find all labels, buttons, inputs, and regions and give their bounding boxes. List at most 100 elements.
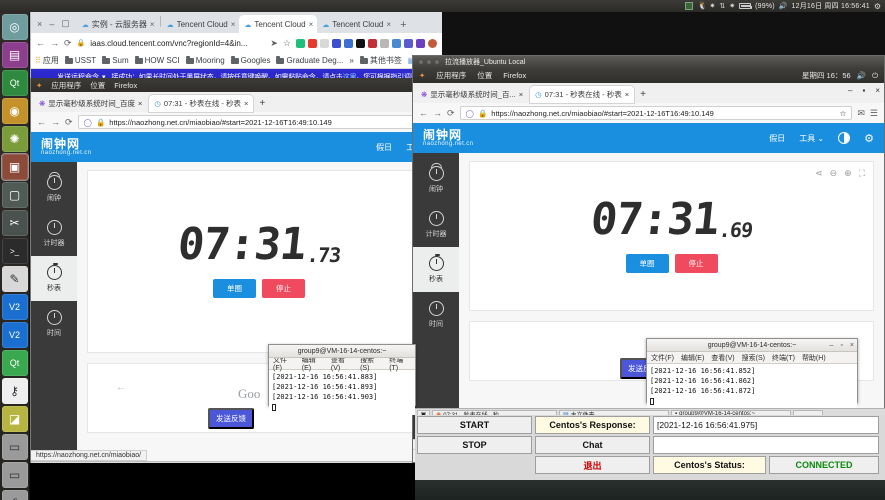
linux-tray-icon[interactable]: 🐧 — [697, 2, 707, 10]
bookmark-sum[interactable]: Sum — [102, 55, 129, 65]
sidebar-item-timer[interactable]: 计时器 — [413, 202, 459, 247]
close-icon[interactable]: × — [309, 20, 314, 29]
gear-icon[interactable]: ⚙ — [864, 132, 874, 145]
hamburger-menu-icon[interactable]: ☰ — [870, 108, 878, 119]
new-tab-button[interactable]: + — [395, 19, 411, 33]
address-bar[interactable]: iaas.cloud.tencent.com/vnc?regionId=4&in… — [90, 39, 265, 48]
dock-item-toolbox[interactable]: ▣ — [0, 153, 29, 181]
power-icon[interactable]: ⏻ — [872, 71, 878, 81]
terminal-right-output[interactable]: [2021-12-16 16:56:41.852] [2021-12-16 16… — [647, 364, 857, 409]
reload-icon[interactable]: ⟳ — [447, 108, 455, 119]
dock-item-vlc-player[interactable]: ✺ — [1, 126, 28, 152]
sidebar-item-time[interactable]: 时间 — [413, 292, 459, 337]
stop-button[interactable]: 停止 — [674, 253, 718, 273]
battery-icon[interactable] — [739, 3, 753, 9]
minimize-icon[interactable]: – — [49, 19, 54, 29]
chrome-tab-2[interactable]: ☁ Tencent Cloud × — [239, 15, 318, 33]
bookmark-usst[interactable]: USST — [64, 55, 96, 65]
volume-icon[interactable]: 🔊 — [857, 71, 866, 80]
back-icon[interactable]: ← — [36, 38, 45, 48]
address-bar[interactable]: ◯ 🔒 https://naozhong.net.cn/miaobiao/#st… — [77, 115, 435, 129]
extension-icon-1[interactable] — [296, 38, 305, 48]
gnome-applications-menu[interactable]: 应用程序 — [436, 70, 466, 81]
close-icon[interactable]: × — [231, 20, 236, 29]
close-icon[interactable]: × — [875, 86, 880, 95]
maximize-icon[interactable]: ▢ — [61, 18, 70, 29]
ff-right-tab-1[interactable]: ◷ 07:31 - 秒表在线 - 秒表 × — [530, 85, 635, 103]
new-tab-button[interactable]: + — [636, 89, 650, 100]
nav-holidays[interactable]: 假日 — [769, 133, 785, 144]
extension-icon-4[interactable] — [332, 38, 341, 48]
bookmark-mooring[interactable]: Mooring — [185, 55, 225, 65]
bluetooth-tray-icon[interactable]: ✷ — [709, 2, 715, 10]
site-logo[interactable]: 闹钟网 naozhong.net.cn — [423, 129, 473, 147]
forward-icon[interactable]: → — [433, 108, 442, 118]
gnome-applications-menu[interactable]: 应用程序 — [51, 80, 81, 91]
sidebar-item-alarm[interactable]: 闹钟 — [413, 157, 459, 202]
dock-item-archive-manager[interactable]: ▢ — [1, 182, 28, 208]
dock-item-qt-designer[interactable]: Qt — [1, 350, 28, 376]
close-icon[interactable]: × — [244, 99, 248, 108]
menu-view[interactable]: 查看(V) — [711, 353, 734, 363]
dock-item-disk-drive-1[interactable]: ▭ — [1, 434, 28, 460]
close-icon[interactable]: × — [519, 90, 523, 99]
reload-icon[interactable]: ⟳ — [65, 117, 73, 128]
dock-item-image-viewer[interactable]: ◪ — [1, 406, 28, 432]
extension-icon-6[interactable] — [356, 38, 365, 48]
sidebar-item-time[interactable]: 时间 — [31, 301, 77, 346]
menu-search[interactable]: 搜索(S) — [742, 353, 765, 363]
extension-icon-5[interactable] — [344, 38, 353, 48]
dock-item-vnc-viewer-1[interactable]: V2 — [1, 294, 28, 320]
back-arrow-icon[interactable]: ← — [116, 382, 126, 393]
close-icon[interactable]: × — [625, 90, 629, 99]
forward-icon[interactable]: → — [50, 38, 59, 48]
menu-edit[interactable]: 编辑(E) — [681, 353, 704, 363]
vm-clock[interactable]: 星期四 16：56 — [802, 70, 851, 81]
dock-item-settings-tools[interactable]: ✂ — [1, 210, 28, 236]
minimize-icon[interactable]: – — [830, 342, 834, 349]
dock-item-terminal[interactable]: >_ — [1, 238, 28, 264]
dock-item-text-editor[interactable]: ✎ — [1, 266, 28, 292]
dock-item-google-chrome[interactable]: ◉ — [1, 98, 28, 124]
maximize-icon[interactable]: ▫ — [840, 342, 842, 349]
ff-right-tab-0[interactable]: ❋ 显示毫秒级系统时间_百... × — [416, 86, 528, 103]
menu-file[interactable]: 文件(F) — [651, 353, 674, 363]
close-icon[interactable]: × — [37, 19, 42, 29]
share-icon[interactable]: ⋖ — [815, 168, 823, 179]
terminal-left-output[interactable]: [2021-12-16 16:56:41.883] [2021-12-16 16… — [269, 370, 415, 415]
maximize-icon[interactable]: ▪ — [862, 86, 865, 95]
ff-left-tab-0[interactable]: ❋ 显示毫秒级系统时间_百度 × — [34, 95, 147, 112]
bookmark-graduate-deg[interactable]: Graduate Deg... — [276, 55, 343, 65]
feedback-button[interactable]: 发送反馈 — [208, 408, 254, 429]
nav-holidays[interactable]: 假日 — [376, 142, 392, 153]
profile-avatar-icon[interactable] — [428, 38, 437, 48]
extension-icon-2[interactable] — [308, 38, 317, 48]
extension-icon-3[interactable] — [320, 38, 329, 48]
bookmark-overflow-chevron[interactable]: » — [349, 56, 353, 65]
new-tab-button[interactable]: + — [255, 98, 269, 109]
response-value-field[interactable]: [2021-12-16 16:56:41.975] — [653, 416, 879, 434]
close-icon[interactable]: × — [150, 20, 155, 29]
gear-icon[interactable]: ⚙ — [874, 2, 881, 11]
extension-icon-7[interactable] — [368, 38, 377, 48]
dock-item-files-manager[interactable]: ▤ — [1, 42, 28, 68]
chat-input-field[interactable] — [653, 436, 879, 454]
lap-button[interactable]: 单圈 — [213, 279, 256, 298]
close-icon[interactable] — [418, 59, 424, 65]
bookmark-apps[interactable]: ⠿ 应用 — [35, 55, 59, 66]
sidebar-item-timer[interactable]: 计时器 — [31, 211, 77, 256]
dock-item-printer[interactable]: ⎙ — [1, 490, 28, 500]
gnome-current-app[interactable]: Firefox — [503, 71, 526, 80]
close-icon[interactable]: × — [138, 99, 142, 108]
pocket-icon[interactable]: ✉ — [857, 108, 865, 119]
gnome-places-menu[interactable]: 位置 — [477, 70, 492, 81]
maximize-icon[interactable] — [434, 59, 440, 65]
dock-item-key-manager[interactable]: ⚷ — [1, 378, 28, 404]
dock-item-qt-creator[interactable]: Qt — [1, 70, 28, 96]
system-clock[interactable]: 12月16日 周四 16:56:41 — [792, 1, 870, 11]
bookmark-star-icon[interactable]: ☆ — [840, 109, 847, 118]
close-icon[interactable]: × — [386, 20, 391, 29]
gnome-activities-icon[interactable]: ✦ — [419, 71, 425, 80]
stop-button[interactable]: STOP — [417, 436, 532, 454]
exit-button[interactable]: 退出 — [535, 456, 650, 474]
